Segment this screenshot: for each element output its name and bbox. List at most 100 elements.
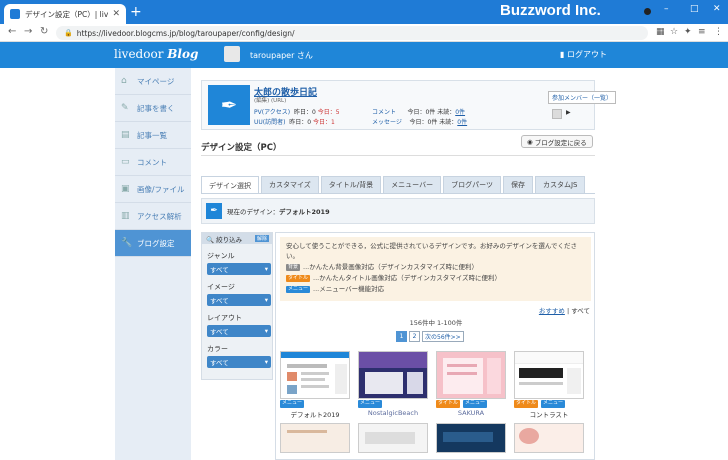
design-list-panel: 安心して使うことができる，公式に提供されているデザインです。お好みのデザインを選… bbox=[275, 232, 595, 460]
sidebar-item-write[interactable]: ✎ 記事を書く bbox=[115, 95, 191, 122]
sidebar-item-images[interactable]: ▣ 画像/ファイル bbox=[115, 176, 191, 203]
design-thumbnail[interactable] bbox=[436, 351, 506, 399]
back-icon[interactable]: ← bbox=[8, 26, 16, 37]
member-avatar[interactable] bbox=[552, 109, 562, 119]
design-card[interactable]: メニュー デフォルト2019 bbox=[280, 351, 350, 419]
design-thumbnail[interactable] bbox=[358, 351, 428, 399]
title-tag: タイトル bbox=[436, 400, 461, 408]
intro-box: 安心して使うことができる，公式に提供されているデザインです。お好みのデザインを選… bbox=[280, 237, 591, 301]
design-thumbnail[interactable] bbox=[514, 423, 584, 453]
browser-tab[interactable]: デザイン設定（PC）| livedoor Blog ✕ bbox=[4, 4, 126, 24]
tab-save[interactable]: 保存 bbox=[502, 176, 533, 193]
layout-select[interactable]: すべて ▾ bbox=[207, 325, 271, 337]
message-stat: メッセージ 今日：0件 未読：0件 bbox=[372, 119, 468, 126]
document-icon: ▤ bbox=[121, 130, 130, 140]
page-title: デザイン設定（PC） bbox=[201, 143, 282, 153]
design-thumbnail[interactable] bbox=[436, 423, 506, 453]
page-1-button[interactable]: 1 bbox=[396, 331, 407, 342]
menu-tag: メニュー bbox=[541, 400, 566, 408]
sidebar-item-blog-settings[interactable]: 🔧 ブログ設定 bbox=[115, 230, 191, 257]
design-thumbnail[interactable] bbox=[280, 351, 350, 399]
design-card[interactable] bbox=[358, 423, 428, 453]
filter-label-image: イメージ bbox=[207, 283, 235, 291]
wrench-icon: 🔧 bbox=[121, 238, 133, 248]
menu-tag: メニュー bbox=[358, 400, 383, 408]
design-tabs: デザイン選択 カスタマイズ タイトル/背景 メニューバー ブログパーツ 保存 カ… bbox=[201, 176, 587, 194]
tab-title: デザイン設定（PC）| livedoor Blog bbox=[25, 9, 109, 19]
color-select[interactable]: すべて ▾ bbox=[207, 356, 271, 368]
site-header: livedoor Blog taroupaper さん ▮ ログアウト bbox=[0, 42, 728, 68]
forward-icon[interactable]: → bbox=[24, 26, 32, 37]
image-icon: ▣ bbox=[121, 184, 130, 194]
blog-edit-links[interactable]: (編集) (URL) bbox=[254, 96, 286, 104]
username: taroupaper さん bbox=[250, 51, 313, 60]
blog-info-box: ✒ 太郎の散歩日記 (編集) (URL) PV(アクセス) 昨日：0 今日：5 … bbox=[201, 80, 617, 130]
close-tab-icon[interactable]: ✕ bbox=[112, 9, 120, 19]
uu-stat: UU(訪問者) 昨日：0 今日：1 bbox=[254, 119, 335, 126]
favicon-icon bbox=[10, 9, 20, 19]
member-list-button[interactable]: 参加メンバー（一覧） bbox=[548, 91, 617, 104]
sort-recommend-link[interactable]: おすすめ bbox=[539, 307, 565, 315]
menu-icon[interactable]: ⋮ bbox=[714, 27, 723, 37]
sidebar: ⌂ マイページ ✎ 記事を書く ▤ 記事一覧 ▭ コメント ▣ 画像/ファイル ▥ アクセス… bbox=[115, 68, 191, 460]
design-card[interactable] bbox=[436, 423, 506, 453]
filter-header: 🔍 絞り込み 解除 bbox=[202, 233, 272, 244]
divider bbox=[201, 155, 595, 156]
tab-design-select[interactable]: デザイン選択 bbox=[201, 176, 259, 194]
comment-icon: ▭ bbox=[121, 157, 130, 167]
tab-custom-js[interactable]: カスタムJS bbox=[534, 176, 586, 193]
design-card[interactable]: メニュー NostalgicBeach bbox=[358, 351, 428, 417]
back-to-settings-button[interactable]: ◉ ブログ設定に戻る bbox=[521, 135, 593, 148]
blog-logo-icon: ✒ bbox=[206, 203, 222, 219]
reload-icon[interactable]: ↻ bbox=[40, 26, 48, 37]
tab-divider bbox=[201, 193, 595, 194]
design-thumbnail[interactable] bbox=[358, 423, 428, 453]
filter-clear-button[interactable]: 解除 bbox=[254, 235, 269, 242]
pv-stat: PV(アクセス) 昨日：0 今日：5 bbox=[254, 109, 340, 116]
sort-all-link[interactable]: すべて bbox=[571, 307, 590, 315]
tab-title-background[interactable]: タイトル/背景 bbox=[320, 176, 382, 193]
design-card[interactable]: タイトル メニュー SAKURA bbox=[436, 351, 506, 417]
design-card[interactable] bbox=[280, 423, 350, 453]
sidebar-item-articles[interactable]: ▤ 記事一覧 bbox=[115, 122, 191, 149]
design-card[interactable]: タイトル メニュー コントラスト bbox=[514, 351, 584, 419]
filter-label-layout: レイアウト bbox=[207, 314, 242, 322]
current-design-name: デフォルト2019 bbox=[279, 208, 330, 216]
chevron-right-icon[interactable]: ▶ bbox=[566, 109, 571, 116]
home-icon: ⌂ bbox=[121, 76, 127, 86]
pen-icon: ✎ bbox=[121, 103, 129, 113]
tab-customize[interactable]: カスタマイズ bbox=[261, 176, 319, 193]
qr-icon[interactable]: ▦ bbox=[656, 27, 665, 37]
site-logo[interactable]: livedoor Blog bbox=[114, 47, 198, 61]
close-window-icon[interactable]: ✕ bbox=[713, 4, 721, 14]
page-2-button[interactable]: 2 bbox=[409, 331, 420, 342]
minimize-icon[interactable]: – bbox=[664, 4, 669, 14]
maximize-icon[interactable]: □ bbox=[690, 4, 699, 14]
image-select[interactable]: すべて ▾ bbox=[207, 294, 271, 306]
reading-list-icon[interactable]: ≡ bbox=[698, 27, 706, 37]
filter-title: 🔍 絞り込み bbox=[206, 235, 243, 244]
avatar[interactable] bbox=[224, 46, 240, 62]
sidebar-item-analytics[interactable]: ▥ アクセス解析 bbox=[115, 203, 191, 230]
sidebar-item-mypage[interactable]: ⌂ マイページ bbox=[115, 68, 191, 95]
chevron-down-icon: ▾ bbox=[264, 358, 268, 366]
design-card[interactable] bbox=[514, 423, 584, 453]
new-tab-icon[interactable]: + bbox=[130, 5, 142, 19]
genre-select[interactable]: すべて ▾ bbox=[207, 263, 271, 275]
extensions-icon[interactable]: ✦ bbox=[684, 27, 692, 37]
result-count: 156件中 1-100件 bbox=[409, 319, 463, 327]
address-bar[interactable]: 🔒 https://livedoor.blogcms.jp/blog/tarou… bbox=[56, 26, 648, 40]
design-thumbnail[interactable] bbox=[514, 351, 584, 399]
tab-blog-parts[interactable]: ブログパーツ bbox=[443, 176, 501, 193]
star-icon[interactable]: ☆ bbox=[670, 27, 678, 37]
browser-tab-bar: デザイン設定（PC）| livedoor Blog ✕ + Buzzword I… bbox=[0, 0, 728, 24]
title-tag: タイトル bbox=[514, 400, 539, 408]
bg-tag: 背景 bbox=[286, 263, 301, 271]
tab-menubar[interactable]: メニューバー bbox=[383, 176, 442, 193]
design-thumbnail[interactable] bbox=[280, 423, 350, 453]
sidebar-item-comments[interactable]: ▭ コメント bbox=[115, 149, 191, 176]
filter-label-color: カラー bbox=[207, 345, 228, 353]
profile-icon[interactable] bbox=[644, 8, 651, 15]
next-page-button[interactable]: 次の56件>> bbox=[422, 331, 464, 342]
logout-link[interactable]: ▮ ログアウト bbox=[560, 49, 607, 60]
